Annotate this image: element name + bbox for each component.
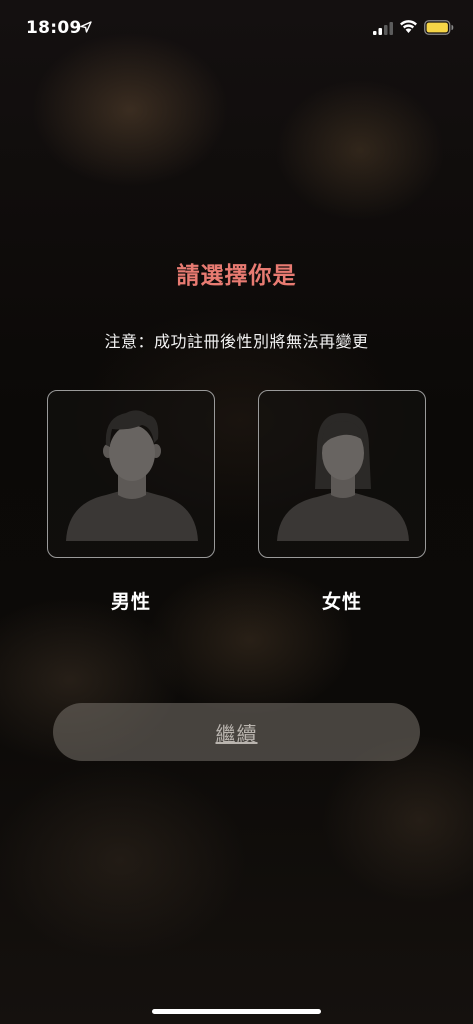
cellular-signal-icon [373,22,393,35]
continue-button[interactable]: 繼續 [53,703,420,761]
female-label: 女性 [321,591,362,613]
status-time: 18:09 [26,18,82,38]
gender-notice: 注意：成功註冊後性別將無法再變更 [104,332,369,351]
page-title: 請選擇你是 [176,263,297,289]
wifi-icon [400,20,417,33]
male-option-card[interactable] [47,390,215,558]
male-label: 男性 [110,591,151,613]
female-option-card[interactable] [258,390,426,558]
status-bar: 18:09 [0,0,473,56]
continue-label: 繼續 [215,721,258,746]
gender-selection-screen: 18:09 請選擇你是 注意：成功註冊後性別將無法再變更 男性 女性 繼續 [0,0,473,1024]
location-arrow-icon [80,21,92,33]
battery-icon [424,20,454,35]
home-indicator[interactable] [152,1009,321,1014]
female-avatar-icon [277,413,409,541]
male-avatar-icon [66,410,198,541]
